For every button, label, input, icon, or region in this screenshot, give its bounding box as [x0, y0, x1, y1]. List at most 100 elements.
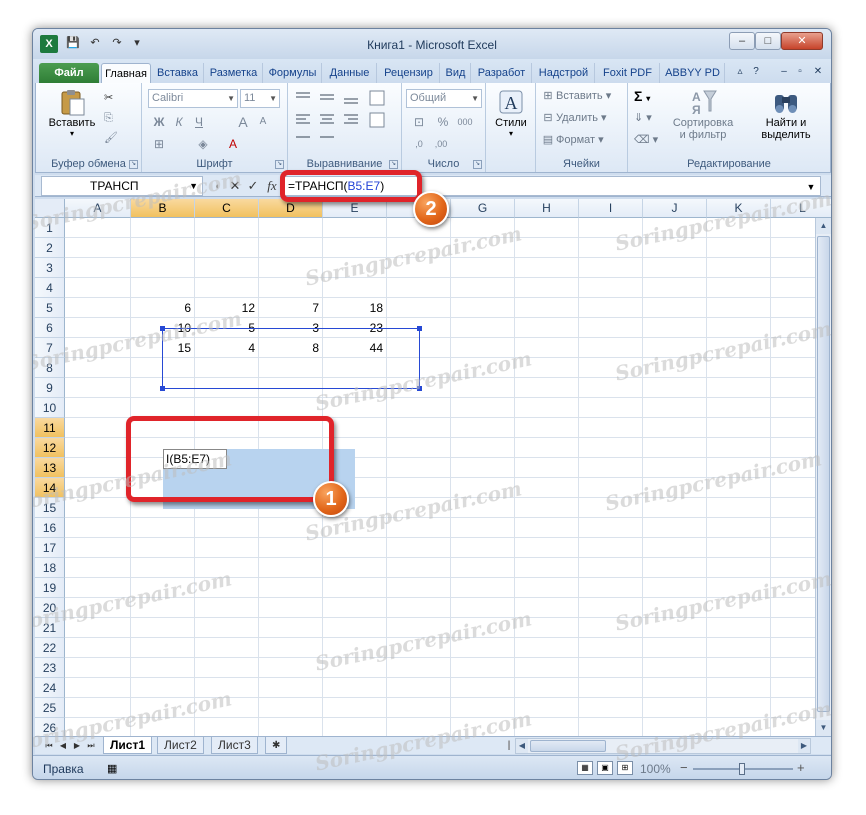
row-header-6[interactable]: 6 [35, 318, 65, 338]
cancel-formula-button[interactable]: ✕ [227, 178, 243, 194]
range-handle-top-left[interactable] [160, 326, 165, 331]
tab-formulas[interactable]: Формулы [264, 63, 322, 83]
format-painter-icon[interactable]: 🖌 [104, 129, 118, 147]
insert-sheet-icon[interactable]: ✱ [265, 737, 288, 754]
sheet-tab-2[interactable]: Лист2 [157, 737, 204, 754]
horizontal-scroll-thumb[interactable] [530, 740, 606, 752]
grow-font-button[interactable]: A [234, 113, 252, 131]
tab-file[interactable]: Файл [39, 63, 99, 83]
last-sheet-icon[interactable]: ⏭ [85, 738, 97, 754]
shrink-font-button[interactable]: A [254, 113, 272, 131]
collapse-ribbon-icon[interactable]: ▵ [733, 65, 747, 79]
tab-insert[interactable]: Вставка [152, 63, 204, 83]
vertical-scroll-thumb[interactable] [817, 236, 830, 712]
cell-d5[interactable]: 7 [259, 298, 323, 318]
tab-split-handle-icon[interactable]: ┃ [503, 738, 515, 754]
cut-icon[interactable]: ✂ [104, 89, 113, 107]
sort-filter-button[interactable]: A Я Сортировка и фильтр [662, 87, 744, 141]
zoom-out-icon[interactable]: − [680, 760, 688, 775]
delete-cells-button[interactable]: ⊟ Удалить ▾ [540, 109, 606, 127]
column-header-g[interactable]: G [451, 199, 515, 218]
row-header-10[interactable]: 10 [35, 398, 65, 418]
font-launcher-icon[interactable]: ↘ [275, 160, 284, 169]
column-header-i[interactable]: I [579, 199, 643, 218]
row-header-20[interactable]: 20 [35, 598, 65, 618]
row-header-13[interactable]: 13 [35, 458, 65, 478]
maximize-button[interactable]: □ [755, 32, 781, 50]
font-name-combo[interactable]: Calibri ▼ [148, 89, 238, 108]
row-header-23[interactable]: 23 [35, 658, 65, 678]
zoom-level[interactable]: 100% [640, 762, 671, 776]
row-header-9[interactable]: 9 [35, 378, 65, 398]
range-handle-top-right[interactable] [417, 326, 422, 331]
expand-formula-icon[interactable]: ▼ [804, 178, 818, 196]
number-format-combo[interactable]: Общий ▼ [406, 89, 482, 108]
find-select-button[interactable]: Найти и выделить [746, 87, 826, 141]
font-size-combo[interactable]: 11 ▼ [240, 89, 280, 108]
column-header-h[interactable]: H [515, 199, 579, 218]
scroll-up-arrow-icon[interactable]: ▲ [816, 218, 831, 234]
row-header-25[interactable]: 25 [35, 698, 65, 718]
column-header-c[interactable]: C [195, 199, 259, 218]
format-cells-button[interactable]: ▤ Формат ▾ [540, 131, 604, 149]
row-header-7[interactable]: 7 [35, 338, 65, 358]
zoom-slider-thumb[interactable] [739, 763, 745, 775]
tab-home[interactable]: Главная [101, 63, 151, 83]
row-header-14[interactable]: 14 [35, 478, 65, 498]
column-header-j[interactable]: J [643, 199, 707, 218]
insert-function-button[interactable]: fx [264, 178, 280, 194]
cell-b5[interactable]: 6 [131, 298, 195, 318]
first-sheet-icon[interactable]: ⏮ [43, 738, 55, 754]
prev-sheet-icon[interactable]: ◀ [57, 738, 69, 754]
percent-format-button[interactable]: % [434, 113, 452, 131]
fill-button[interactable]: ⇓ ▾ [634, 109, 652, 127]
tab-view[interactable]: Вид [441, 63, 471, 83]
help-icon[interactable]: ? [749, 65, 763, 79]
scroll-right-arrow-icon[interactable]: ▶ [798, 739, 810, 753]
scroll-left-arrow-icon[interactable]: ◀ [516, 739, 528, 753]
borders-button[interactable]: ⊞ [150, 135, 168, 153]
column-header-a[interactable]: A [65, 199, 131, 218]
horizontal-scrollbar[interactable]: ◀ ▶ [515, 738, 811, 754]
column-header-l[interactable]: L [771, 199, 831, 218]
font-color-button[interactable]: A [224, 135, 242, 153]
tab-abbyy-pdf[interactable]: ABBYY PD [661, 63, 725, 83]
page-layout-view-icon[interactable]: ▣ [597, 761, 613, 775]
name-box-dropdown-icon[interactable]: ▼ [189, 177, 198, 195]
row-header-21[interactable]: 21 [35, 618, 65, 638]
cell-c5[interactable]: 12 [195, 298, 259, 318]
paste-button[interactable]: Вставить ▾ [42, 87, 102, 138]
autosum-button[interactable]: Σ ▾ [634, 87, 650, 105]
row-header-18[interactable]: 18 [35, 558, 65, 578]
currency-format-button[interactable]: ⊡ [410, 113, 428, 131]
row-header-16[interactable]: 16 [35, 518, 65, 538]
name-box[interactable]: ТРАНСП ▼ [41, 176, 203, 196]
select-all-corner[interactable] [35, 199, 65, 218]
doc-restore-button[interactable]: ▫ [793, 65, 807, 79]
row-header-22[interactable]: 22 [35, 638, 65, 658]
row-header-19[interactable]: 19 [35, 578, 65, 598]
row-header-4[interactable]: 4 [35, 278, 65, 298]
doc-close-button[interactable]: ✕ [811, 65, 825, 79]
row-header-26[interactable]: 26 [35, 718, 65, 736]
sheet-tab-3[interactable]: Лист3 [211, 737, 258, 754]
clear-button[interactable]: ⌫ ▾ [634, 131, 658, 149]
clipboard-launcher-icon[interactable]: ↘ [129, 160, 138, 169]
bold-button[interactable]: Ж [150, 113, 168, 131]
tab-page-layout[interactable]: Разметка [205, 63, 263, 83]
zoom-in-icon[interactable]: + [797, 760, 805, 775]
row-header-5[interactable]: 5 [35, 298, 65, 318]
enter-formula-button[interactable]: ✓ [245, 178, 261, 194]
increase-decimal-button[interactable]: ,0 [410, 135, 428, 153]
column-header-k[interactable]: K [707, 199, 771, 218]
fill-color-button[interactable]: ◈ [194, 135, 212, 153]
sheet-tab-1[interactable]: Лист1 [103, 737, 153, 754]
row-header-11[interactable]: 11 [35, 418, 65, 438]
doc-minimize-button[interactable]: – [777, 65, 791, 79]
cell-e5[interactable]: 18 [323, 298, 387, 318]
close-button[interactable]: ✕ [781, 32, 823, 50]
tab-data[interactable]: Данные [323, 63, 377, 83]
alignment-buttons-icon[interactable] [294, 89, 394, 149]
row-header-15[interactable]: 15 [35, 498, 65, 518]
alignment-launcher-icon[interactable]: ↘ [389, 160, 398, 169]
